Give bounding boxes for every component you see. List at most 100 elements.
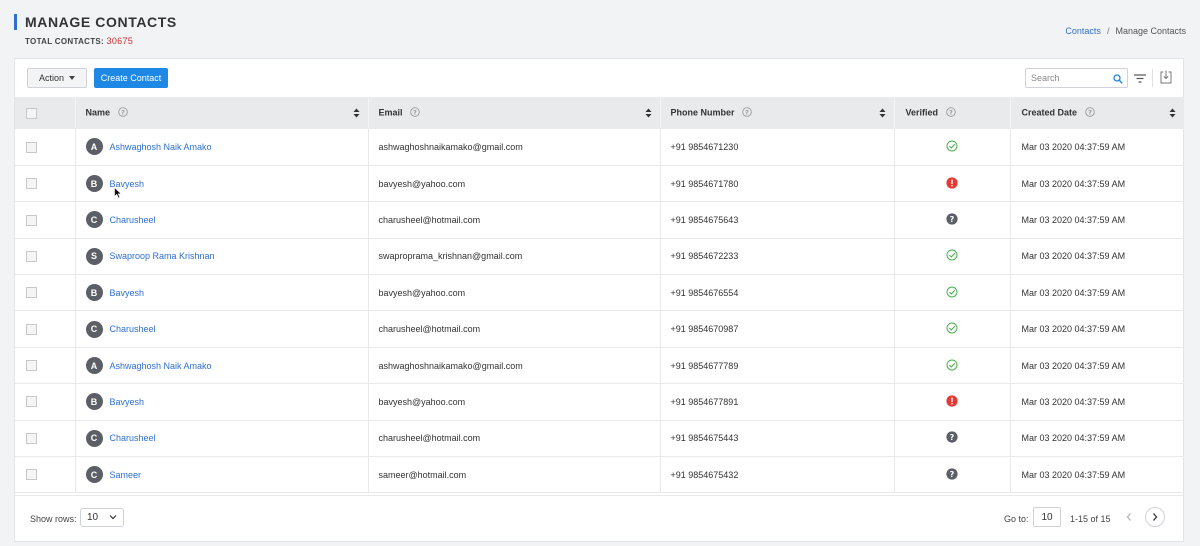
sort-icon[interactable] [879,108,886,120]
avatar: C [85,320,103,338]
column-header-created[interactable]: Created Date ? [1010,97,1184,129]
contact-name-link[interactable]: Sameer [110,470,142,480]
table-row[interactable]: B Bavyesh bavyesh@yahoo.com +91 9854677891 M… [15,383,1184,421]
name-cell: A Ashwaghosh Naik Amako [75,129,369,166]
show-rows-label: Show rows: [30,514,77,524]
table-row[interactable]: B Bavyesh bavyesh@yahoo.com +91 9854671780 M… [15,165,1184,202]
phone-cell: +91 9854671230 [660,129,895,166]
row-checkbox[interactable] [26,432,37,444]
table-row[interactable]: A Ashwaghosh Naik Amako ashwaghoshnaikamak… [15,129,1184,166]
avatar: B [85,393,103,411]
filter-icon[interactable] [1134,72,1146,86]
column-header-email[interactable]: Email ? [368,97,661,129]
contact-name-link[interactable]: Charusheel [110,433,156,443]
avatar: S [85,247,103,265]
contact-name-link[interactable]: Ashwaghosh Naik Amako [110,361,212,371]
column-header-phone[interactable]: Phone Number ? [660,97,895,129]
exclamation-circle-icon [946,395,958,409]
contact-name-link[interactable]: Bavyesh [110,397,145,407]
help-icon[interactable]: ? [1084,107,1095,119]
table-row[interactable]: S Swaproop Rama Krishnan swaproprama_krish… [15,238,1184,275]
row-checkbox[interactable] [26,178,37,190]
avatar: B [85,175,103,193]
question-circle-icon: ? [946,213,958,227]
phone-cell: +91 9854676554 [660,274,895,311]
column-header-verified[interactable]: Verified ? [894,97,1011,129]
contact-name-link[interactable]: Bavyesh [110,288,145,298]
contact-name-link[interactable]: Charusheel [110,215,156,225]
row-checkbox[interactable] [26,323,37,335]
row-checkbox[interactable] [26,250,37,262]
export-icon[interactable] [1160,70,1172,87]
table-row[interactable]: A Ashwaghosh Naik Amako ashwaghoshnaikamak… [15,347,1184,384]
contact-name-link[interactable]: Charusheel [110,324,156,334]
row-select-cell [15,383,76,421]
row-select-cell [15,238,76,275]
sort-icon[interactable] [353,108,360,120]
svg-text:?: ? [950,215,955,224]
question-circle-icon: ? [946,468,958,482]
exclamation-circle-icon [946,176,958,191]
search-box[interactable] [1025,68,1128,88]
search-icon[interactable] [1113,73,1123,87]
help-icon[interactable]: ? [410,107,420,119]
table-row[interactable]: B Bavyesh bavyesh@yahoo.com +91 9854676554 M… [15,274,1184,311]
row-checkbox[interactable] [26,287,37,299]
help-icon[interactable]: ? [945,107,956,119]
contacts-card: Action Create Contact Name [14,58,1184,542]
avatar: C [85,429,103,447]
contact-name-link[interactable]: Swaproop Rama Krishnan [110,251,215,261]
row-checkbox[interactable] [26,360,37,372]
table-row[interactable]: C Charusheel charusheel@hotmail.com +91 985… [15,310,1184,348]
table-row[interactable]: C Charusheel charusheel@hotmail.com +91 985… [15,201,1184,239]
rows-per-page-select[interactable]: 10 [80,508,124,527]
name-cell: B Bavyesh [75,274,369,311]
avatar: B [85,284,103,302]
avatar: A [85,357,103,375]
help-icon[interactable]: ? [117,107,128,119]
table-row[interactable]: C Charusheel charusheel@hotmail.com +91 985… [15,420,1184,457]
verified-cell [894,165,1011,202]
name-cell: C Sameer [75,456,369,493]
question-circle-icon: ? [946,431,958,445]
create-contact-button[interactable]: Create Contact [94,68,168,88]
verified-cell [894,310,1011,348]
breadcrumb: Contacts / Manage Contacts [1065,26,1186,36]
breadcrumb-contacts-link[interactable]: Contacts [1065,26,1101,36]
created-date-cell: Mar 03 2020 04:37:59 AM [1021,178,1126,189]
avatar: A [85,138,103,156]
verified-cell [894,347,1011,384]
sort-icon[interactable] [645,108,652,120]
select-all-checkbox[interactable] [26,107,37,119]
toolbar: Action Create Contact [15,59,1183,97]
svg-text:?: ? [413,108,417,116]
next-page-button[interactable] [1145,507,1165,527]
created-date-cell: Mar 03 2020 04:37:59 AM [1021,141,1126,152]
table-row[interactable]: C Sameer sameer@hotmail.com +91 9854675432?… [15,456,1184,493]
search-input[interactable] [1031,71,1107,85]
go-to-page-input[interactable]: 10 [1033,507,1061,527]
column-header-name[interactable]: Name ? [75,97,369,129]
svg-text:?: ? [1088,108,1092,116]
email-cell: bavyesh@yahoo.com [368,274,661,311]
row-checkbox[interactable] [26,469,37,481]
table-footer: Show rows: 10 Go to: 10 1-15 of 15 [15,495,1183,541]
prev-page-button[interactable] [1119,507,1139,527]
sort-icon[interactable] [1169,108,1176,120]
avatar: C [85,211,103,229]
verified-cell [894,129,1011,166]
check-circle-icon [946,359,958,373]
contact-name-link[interactable]: Ashwaghosh Naik Amako [110,142,212,152]
breadcrumb-current: Manage Contacts [1115,26,1186,36]
created-date-cell: Mar 03 2020 04:37:59 AM [1021,433,1126,444]
column-header-label: Name [85,107,111,118]
row-checkbox[interactable] [26,214,37,226]
row-checkbox[interactable] [26,396,37,408]
created-date-cell: Mar 03 2020 04:37:59 AM [1021,396,1126,407]
email-cell: charusheel@hotmail.com [368,201,661,239]
row-checkbox[interactable] [26,141,37,153]
help-icon[interactable]: ? [742,107,752,119]
action-dropdown-button[interactable]: Action [27,68,87,88]
email-cell: sameer@hotmail.com [368,456,661,493]
row-select-cell [15,129,76,166]
